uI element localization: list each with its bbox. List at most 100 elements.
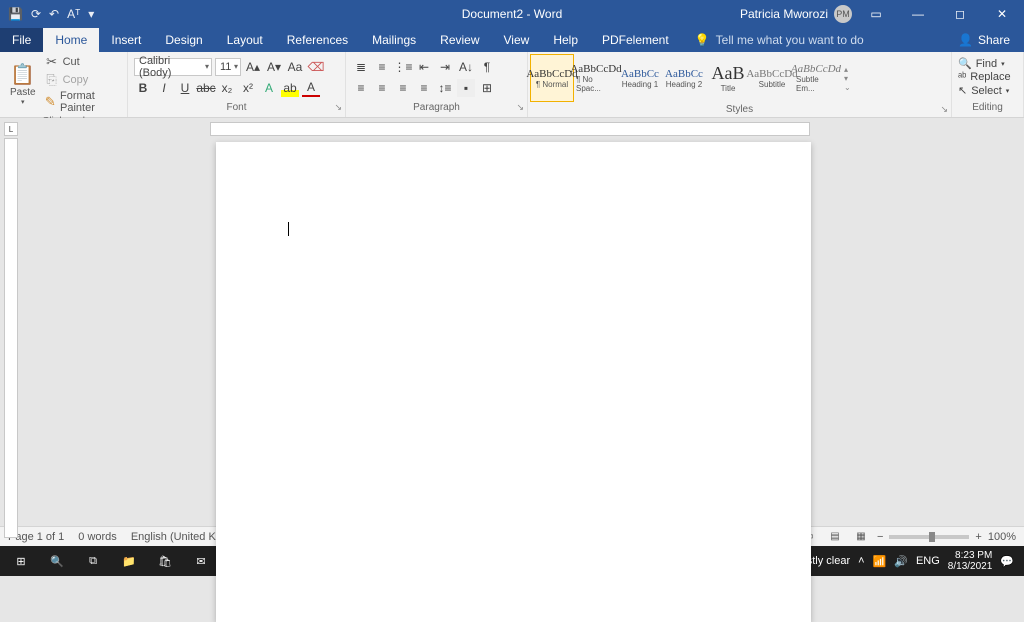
tab-help[interactable]: Help <box>541 28 590 52</box>
clear-formatting-button[interactable]: ⌫ <box>307 58 325 76</box>
minimize-button[interactable]: — <box>900 0 936 28</box>
wifi-icon[interactable]: 📶 <box>873 555 887 568</box>
font-name-select[interactable]: Calibri (Body) <box>134 58 212 76</box>
tell-me-search[interactable]: 💡 Tell me what you want to do <box>695 28 864 52</box>
style-no-spacing[interactable]: AaBbCcDd¶ No Spac... <box>574 54 618 102</box>
shrink-font-button[interactable]: A▾ <box>265 58 283 76</box>
touchmode-icon[interactable]: Aᵀ <box>67 7 80 21</box>
search-icon: 🔍 <box>958 57 972 70</box>
align-center-button[interactable]: ≡ <box>373 79 391 97</box>
copy-button[interactable]: ⎘Copy <box>44 72 121 88</box>
highlight-button[interactable]: ab <box>281 79 299 97</box>
style-title[interactable]: AaBTitle <box>706 54 750 102</box>
dialog-launcher-icon[interactable]: ↘ <box>516 102 524 113</box>
tab-references[interactable]: References <box>275 28 360 52</box>
volume-icon[interactable]: 🔊 <box>894 555 908 568</box>
clock[interactable]: 8:23 PM 8/13/2021 <box>948 550 993 572</box>
tab-file[interactable]: File <box>0 28 43 52</box>
line-spacing-button[interactable]: ↕≡ <box>436 79 454 97</box>
text-effects-button[interactable]: A <box>260 79 278 97</box>
vertical-ruler[interactable] <box>4 138 18 538</box>
tab-view[interactable]: View <box>492 28 542 52</box>
style-subtle-emphasis[interactable]: AaBbCcDdSubtle Em... <box>794 54 838 102</box>
undo-icon[interactable]: ↶ <box>49 7 59 21</box>
font-group-label: Font↘ <box>128 102 345 117</box>
change-case-button[interactable]: Aa <box>286 58 304 76</box>
tab-mailings[interactable]: Mailings <box>360 28 428 52</box>
underline-button[interactable]: U <box>176 79 194 97</box>
task-view-button[interactable]: ⧉ <box>76 546 110 576</box>
mail-icon[interactable]: ✉ <box>184 546 218 576</box>
superscript-button[interactable]: x² <box>239 79 257 97</box>
find-button[interactable]: 🔍Find▾ <box>958 57 1011 70</box>
zoom-slider[interactable] <box>889 535 969 539</box>
close-button[interactable]: ✕ <box>984 0 1020 28</box>
style-subtitle[interactable]: AaBbCcDdSubtitle <box>750 54 794 102</box>
save-icon[interactable]: 💾 <box>8 7 23 21</box>
dialog-launcher-icon[interactable]: ↘ <box>334 102 342 113</box>
store-icon[interactable]: 🛍 <box>148 546 182 576</box>
style-heading1[interactable]: AaBbCcHeading 1 <box>618 54 662 102</box>
tray-chevron-icon[interactable]: ˄ <box>858 555 864 567</box>
bullets-button[interactable]: ≣ <box>352 58 370 76</box>
share-button[interactable]: 👤 Share <box>944 28 1024 52</box>
tab-selector[interactable]: L <box>4 122 18 136</box>
ribbon-display-options-icon[interactable]: ▭ <box>858 0 894 28</box>
format-painter-button[interactable]: ✎Format Painter <box>44 90 121 114</box>
tab-review[interactable]: Review <box>428 28 491 52</box>
paste-button[interactable]: 📋 Paste ▾ <box>6 60 40 108</box>
sort-button[interactable]: A↓ <box>457 58 475 76</box>
font-color-button[interactable]: A <box>302 79 320 97</box>
word-count[interactable]: 0 words <box>78 531 117 543</box>
paragraph-group-label: Paragraph↘ <box>346 102 527 117</box>
shading-button[interactable]: ▪ <box>457 79 475 97</box>
cut-button[interactable]: ✂Cut <box>44 54 121 70</box>
user-name[interactable]: Patricia Mworozi <box>740 7 828 21</box>
italic-button[interactable]: I <box>155 79 173 97</box>
zoom-in-button[interactable]: + <box>975 531 981 543</box>
zoom-out-button[interactable]: − <box>877 531 883 543</box>
paste-icon: 📋 <box>15 62 31 87</box>
style-gallery[interactable]: AaBbCcDd¶ Normal AaBbCcDd¶ No Spac... Aa… <box>530 54 838 102</box>
justify-button[interactable]: ≡ <box>415 79 433 97</box>
font-size-select[interactable]: 11 <box>215 58 241 76</box>
maximize-button[interactable]: ◻ <box>942 0 978 28</box>
user-avatar[interactable]: PM <box>834 5 852 23</box>
document-title: Document2 - Word <box>462 7 562 21</box>
bold-button[interactable]: B <box>134 79 152 97</box>
notifications-icon[interactable]: 💬 <box>1000 555 1014 568</box>
style-normal[interactable]: AaBbCcDd¶ Normal <box>530 54 574 102</box>
file-explorer-icon[interactable]: 📁 <box>112 546 146 576</box>
show-marks-button[interactable]: ¶ <box>478 58 496 76</box>
tab-design[interactable]: Design <box>153 28 214 52</box>
style-gallery-scroll[interactable]: ▴▾⌄ <box>842 63 853 94</box>
tab-insert[interactable]: Insert <box>99 28 153 52</box>
strikethrough-button[interactable]: abc <box>197 79 215 97</box>
subscript-button[interactable]: x₂ <box>218 79 236 97</box>
align-left-button[interactable]: ≡ <box>352 79 370 97</box>
horizontal-ruler[interactable] <box>210 122 810 136</box>
tab-pdf[interactable]: PDFelement <box>590 28 681 52</box>
numbering-button[interactable]: ≡ <box>373 58 391 76</box>
print-layout-button[interactable]: ▤ <box>825 529 845 545</box>
decrease-indent-button[interactable]: ⇤ <box>415 58 433 76</box>
document-page[interactable] <box>216 142 811 622</box>
keyboard-lang[interactable]: ENG <box>916 555 940 567</box>
select-button[interactable]: ↖Select▾ <box>958 84 1011 97</box>
multilevel-button[interactable]: ⋮≡ <box>394 58 412 76</box>
qat-more-icon[interactable]: ▾ <box>88 7 94 21</box>
sync-icon[interactable]: ⟳ <box>31 7 41 21</box>
align-right-button[interactable]: ≡ <box>394 79 412 97</box>
zoom-level[interactable]: 100% <box>988 531 1016 543</box>
style-heading2[interactable]: AaBbCcHeading 2 <box>662 54 706 102</box>
search-button[interactable]: 🔍 <box>40 546 74 576</box>
increase-indent-button[interactable]: ⇥ <box>436 58 454 76</box>
borders-button[interactable]: ⊞ <box>478 79 496 97</box>
tab-layout[interactable]: Layout <box>215 28 275 52</box>
replace-button[interactable]: ᵃᵇReplace <box>958 71 1011 83</box>
web-layout-button[interactable]: ▦ <box>851 529 871 545</box>
dialog-launcher-icon[interactable]: ↘ <box>940 104 948 115</box>
grow-font-button[interactable]: A▴ <box>244 58 262 76</box>
tab-home[interactable]: Home <box>43 28 99 52</box>
start-button[interactable]: ⊞ <box>4 546 38 576</box>
